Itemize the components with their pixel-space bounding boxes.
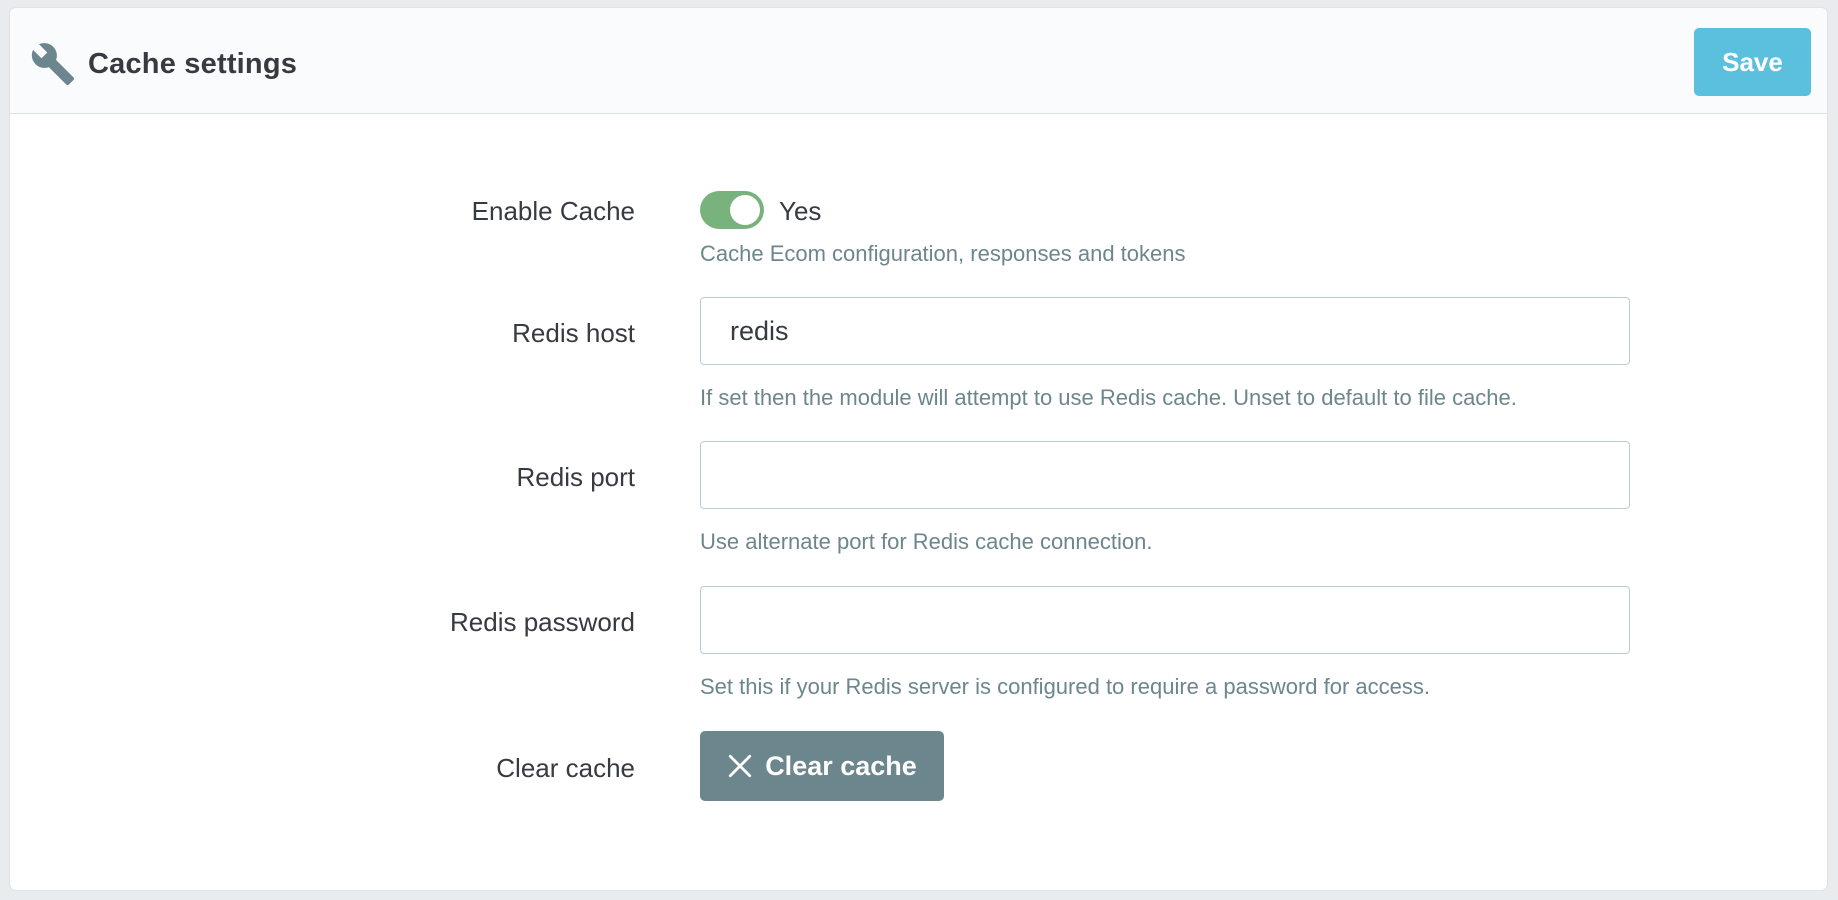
redis-host-input[interactable]: [700, 297, 1630, 365]
clear-cache-field: Clear cache: [700, 731, 944, 801]
redis-password-help: Set this if your Redis server is configu…: [700, 674, 1430, 699]
clear-cache-label: Clear cache: [496, 753, 635, 783]
enable-cache-help: Cache Ecom configuration, responses and …: [700, 241, 1186, 266]
redis-password-label: Redis password: [450, 607, 635, 637]
clear-cache-button[interactable]: Clear cache: [700, 731, 944, 801]
panel-header: Cache settings Save: [10, 8, 1827, 114]
enable-cache-label: Enable Cache: [471, 196, 635, 226]
cache-settings-panel: Cache settings Save Enable Cache Yes Cac…: [10, 8, 1827, 890]
redis-host-help: If set then the module will attempt to u…: [700, 385, 1517, 410]
close-icon: [729, 754, 752, 778]
redis-host-field: [700, 297, 1630, 365]
redis-port-input[interactable]: [700, 441, 1630, 509]
wrench-icon: [31, 43, 75, 86]
toggle-state-label: Yes: [779, 196, 822, 226]
redis-host-label: Redis host: [512, 318, 635, 348]
redis-port-label: Redis port: [516, 462, 636, 492]
toggle-knob: [730, 195, 760, 225]
redis-password-input[interactable]: [700, 586, 1630, 654]
redis-password-field: [700, 586, 1630, 654]
redis-port-help: Use alternate port for Redis cache conne…: [700, 529, 1153, 554]
clear-cache-button-label: Clear cache: [765, 750, 917, 781]
enable-cache-toggle-group: Yes: [700, 191, 900, 231]
page-title: Cache settings: [88, 48, 298, 80]
enable-cache-toggle[interactable]: [700, 191, 764, 229]
save-button[interactable]: Save: [1694, 28, 1811, 96]
redis-port-field: [700, 441, 1630, 509]
